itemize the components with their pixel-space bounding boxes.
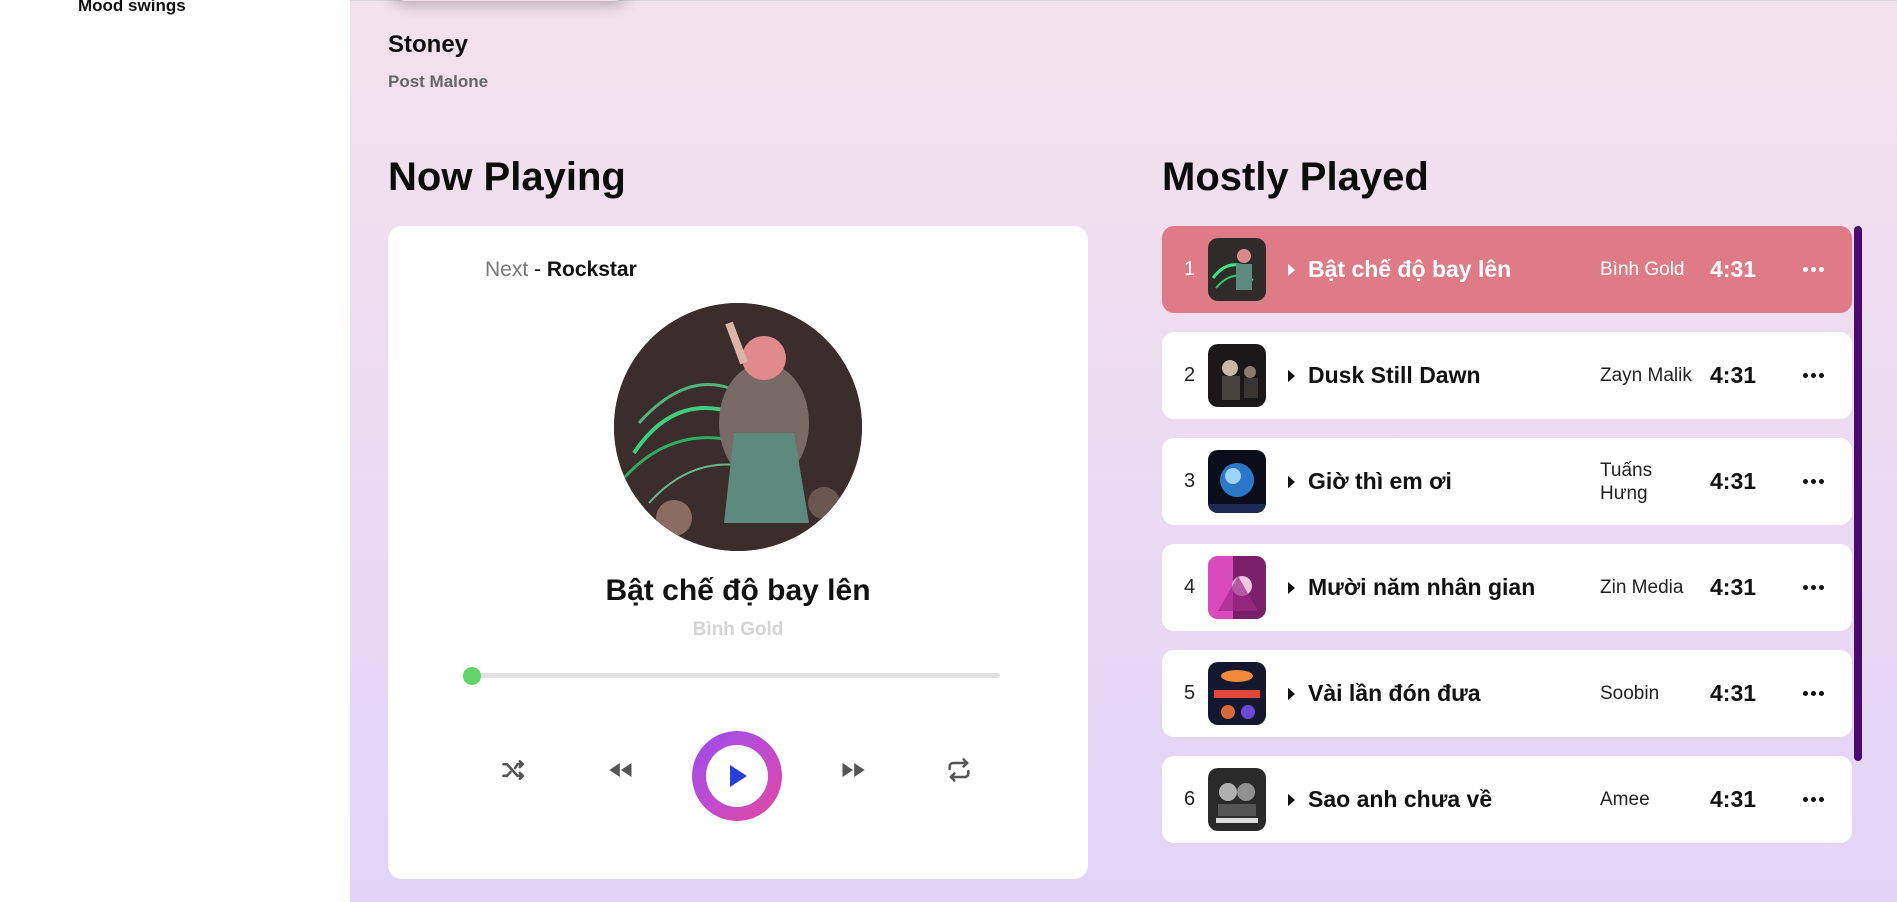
shuffle-icon <box>502 759 525 781</box>
play-icon[interactable] <box>1288 793 1295 806</box>
next-song-line: Next - Rockstar <box>485 258 637 282</box>
track-duration: 4:31 <box>1710 574 1757 600</box>
track-row[interactable]: 5 Vài lần đón đưa Soobin 4:31 <box>1162 650 1852 737</box>
track-title: Mười năm nhân gian <box>1308 574 1536 600</box>
track-row[interactable]: 2 Dusk Still Dawn Zayn Malik 4:31 <box>1162 332 1852 419</box>
previous-button[interactable] <box>605 754 637 786</box>
track-duration: 4:31 <box>1710 786 1757 812</box>
track-thumbnail <box>1208 450 1266 513</box>
track-title: Vài lần đón đưa <box>1308 680 1481 706</box>
play-icon[interactable] <box>1288 475 1295 488</box>
main-content: Stoney Post Malone Now Playing Mostly Pl… <box>350 0 1897 902</box>
current-song-title: Bật chế độ bay lên <box>605 574 871 607</box>
track-row[interactable]: 6 Sao anh chưa về Amee 4:31 <box>1162 756 1852 843</box>
track-artist: Soobin <box>1600 683 1660 704</box>
album-card-edge[interactable] <box>390 0 630 1</box>
play-icon[interactable] <box>1288 369 1295 382</box>
featured-song-artist: Post Malone <box>388 72 489 91</box>
track-duration: 4:31 <box>1710 256 1757 282</box>
repeat-button[interactable] <box>943 754 975 786</box>
play-icon[interactable] <box>1288 581 1295 594</box>
track-title: Dusk Still Dawn <box>1308 362 1481 388</box>
now-playing-card: Next - Rockstar Bật chế độ bay lên Bình … <box>388 226 1088 879</box>
mostly-played-heading: Mostly Played <box>1162 155 1429 199</box>
track-artist: Bình Gold <box>1600 259 1685 280</box>
track-rank: 1 <box>1184 258 1196 280</box>
track-rank: 3 <box>1184 470 1196 492</box>
track-duration: 4:31 <box>1710 362 1757 388</box>
track-rank: 2 <box>1184 364 1196 386</box>
play-icon[interactable] <box>1288 263 1295 276</box>
track-thumbnail <box>1208 238 1266 301</box>
more-options-icon[interactable] <box>1798 785 1828 815</box>
track-duration: 4:31 <box>1710 468 1757 494</box>
album-cover <box>614 303 862 551</box>
repeat-icon <box>948 758 970 782</box>
track-rank: 6 <box>1184 788 1196 810</box>
now-playing-heading: Now Playing <box>388 155 626 199</box>
track-thumbnail <box>1208 556 1266 619</box>
rewind-icon <box>609 763 632 777</box>
more-options-icon[interactable] <box>1798 361 1828 391</box>
featured-song-title[interactable]: Stoney <box>388 31 468 59</box>
progress-handle[interactable] <box>463 667 481 685</box>
track-rank: 5 <box>1184 682 1196 704</box>
shuffle-button[interactable] <box>498 754 530 786</box>
current-song-artist: Bình Gold <box>692 619 784 640</box>
track-row[interactable]: 3 Giờ thì em ơi Tuấns Hưng 4:31 <box>1162 438 1852 525</box>
track-title: Bật chế độ bay lên <box>1308 256 1512 282</box>
play-icon <box>730 765 747 787</box>
next-label: Next <box>485 258 529 281</box>
fast-forward-icon <box>842 763 865 777</box>
next-button[interactable] <box>837 754 869 786</box>
track-thumbnail <box>1208 662 1266 725</box>
track-artist: Amee <box>1600 789 1650 810</box>
track-duration: 4:31 <box>1710 680 1757 706</box>
progress-bar[interactable] <box>476 673 1000 678</box>
play-button-inner <box>706 745 768 807</box>
more-options-icon[interactable] <box>1798 467 1828 497</box>
sidebar-item-mood-swings[interactable]: Mood swings <box>78 0 186 16</box>
track-artist: Zin Media <box>1600 577 1684 598</box>
track-thumbnail <box>1208 768 1266 831</box>
next-separator: - <box>528 258 547 281</box>
next-song-title[interactable]: Rockstar <box>547 258 637 281</box>
play-icon[interactable] <box>1288 687 1295 700</box>
more-options-icon[interactable] <box>1798 679 1828 709</box>
track-row[interactable]: 1 Bật chế độ bay lên Bình Gold 4:31 <box>1162 226 1852 313</box>
track-row[interactable]: 4 Mười năm nhân gian Zin Media 4:31 <box>1162 544 1852 631</box>
track-title: Sao anh chưa về <box>1308 786 1493 812</box>
list-scrollbar[interactable] <box>1854 226 1862 761</box>
track-artist: Zayn Malik <box>1600 365 1692 386</box>
play-button[interactable] <box>692 731 782 821</box>
track-rank: 4 <box>1184 576 1196 598</box>
sidebar: Mood swings <box>0 0 350 902</box>
track-title: Giờ thì em ơi <box>1308 468 1452 494</box>
more-options-icon[interactable] <box>1798 573 1828 603</box>
track-artist: Tuấns Hưng <box>1600 459 1653 504</box>
track-thumbnail <box>1208 344 1266 407</box>
more-options-icon[interactable] <box>1798 255 1828 285</box>
